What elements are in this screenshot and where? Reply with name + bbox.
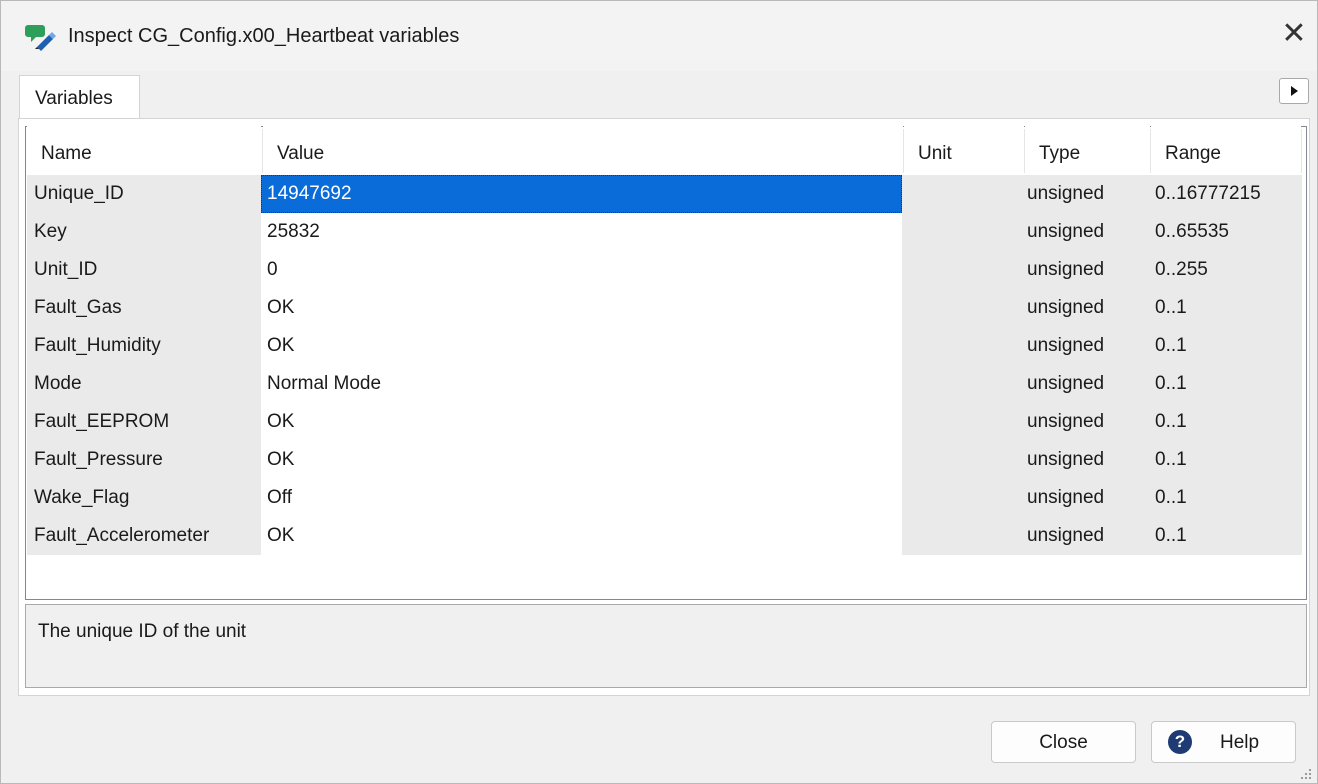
cell-range: 0..1	[1155, 487, 1187, 508]
column-header-label: Range	[1165, 143, 1221, 164]
cell-value[interactable]: OK	[267, 403, 294, 441]
column-header-label: Unit	[918, 143, 952, 164]
table-row[interactable]: Fault_Gas OK unsigned 0..1	[27, 289, 1302, 327]
tab-label: Variables	[35, 88, 113, 109]
cell-range: 0..1	[1155, 449, 1187, 470]
table-row[interactable]: Fault_Pressure OK unsigned 0..1	[27, 441, 1302, 479]
tab-variables[interactable]: Variables	[19, 75, 140, 119]
cell-type: unsigned	[1027, 487, 1105, 508]
column-header-label: Name	[41, 143, 92, 164]
help-icon: ?	[1168, 730, 1192, 754]
help-button-label: Help	[1220, 732, 1260, 753]
table-body: Unique_ID 14947692 unsigned 0..16777215 …	[27, 175, 1302, 555]
description-text: The unique ID of the unit	[38, 621, 247, 642]
cell-value-editor[interactable]	[261, 441, 902, 479]
column-header-label: Type	[1039, 143, 1081, 164]
table-row[interactable]: Fault_Accelerometer OK unsigned 0..1	[27, 517, 1302, 555]
inspect-app-icon	[25, 25, 56, 51]
window-title: Inspect CG_Config.x00_Heartbeat variable…	[68, 25, 460, 47]
chevron-right-icon[interactable]	[1279, 78, 1309, 104]
cell-value-editor[interactable]	[261, 479, 902, 517]
cell-value[interactable]: 0	[267, 251, 278, 289]
cell-name: Fault_EEPROM	[34, 411, 170, 432]
column-header-label: Value	[277, 143, 325, 164]
column-header-range[interactable]: Range	[1151, 126, 1301, 174]
inspect-dialog: Inspect CG_Config.x00_Heartbeat variable…	[0, 0, 1318, 784]
cell-value-editor[interactable]	[261, 175, 902, 213]
cell-range: 0..1	[1155, 335, 1187, 356]
cell-value-editor[interactable]	[261, 517, 902, 555]
cell-type: unsigned	[1027, 449, 1105, 470]
column-header-unit[interactable]: Unit	[904, 126, 1024, 174]
close-button[interactable]: Close	[991, 721, 1136, 763]
description-box: The unique ID of the unit	[25, 604, 1307, 688]
cell-name: Fault_Accelerometer	[34, 525, 210, 546]
close-icon[interactable]: ✕	[1279, 19, 1309, 49]
cell-type: unsigned	[1027, 259, 1105, 280]
cell-name: Fault_Pressure	[34, 449, 163, 470]
close-button-label: Close	[1039, 732, 1088, 753]
cell-value[interactable]: Normal Mode	[267, 365, 381, 403]
help-button[interactable]: ? Help	[1151, 721, 1296, 763]
cell-value[interactable]: OK	[267, 327, 294, 365]
cell-value[interactable]: OK	[267, 289, 294, 327]
cell-range: 0..16777215	[1155, 183, 1261, 204]
cell-name: Fault_Gas	[34, 297, 122, 318]
cell-value-editor[interactable]	[261, 327, 902, 365]
cell-value[interactable]: 25832	[267, 213, 320, 251]
cell-range: 0..255	[1155, 259, 1208, 280]
cell-name: Wake_Flag	[34, 487, 130, 508]
cell-range: 0..65535	[1155, 221, 1229, 242]
table-row[interactable]: Unique_ID 14947692 unsigned 0..16777215	[27, 175, 1302, 213]
cell-name: Unique_ID	[34, 183, 124, 204]
cell-type: unsigned	[1027, 183, 1105, 204]
cell-value[interactable]: 14947692	[267, 175, 352, 213]
column-divider[interactable]	[1301, 129, 1302, 173]
cell-type: unsigned	[1027, 373, 1105, 394]
cell-name: Key	[34, 221, 67, 242]
cell-value-editor[interactable]	[261, 403, 902, 441]
cell-name: Mode	[34, 373, 82, 394]
cell-range: 0..1	[1155, 525, 1187, 546]
table-row[interactable]: Fault_EEPROM OK unsigned 0..1	[27, 403, 1302, 441]
table-row[interactable]: Unit_ID 0 unsigned 0..255	[27, 251, 1302, 289]
table-row[interactable]: Wake_Flag Off unsigned 0..1	[27, 479, 1302, 517]
cell-value-editor[interactable]	[261, 213, 902, 251]
cell-type: unsigned	[1027, 525, 1105, 546]
title-bar: Inspect CG_Config.x00_Heartbeat variable…	[1, 1, 1317, 71]
cell-value[interactable]: OK	[267, 441, 294, 479]
resize-grip-icon[interactable]	[1299, 767, 1313, 781]
column-header-name[interactable]: Name	[27, 126, 261, 174]
table-row[interactable]: Fault_Humidity OK unsigned 0..1	[27, 327, 1302, 365]
cell-name: Unit_ID	[34, 259, 98, 280]
cell-range: 0..1	[1155, 373, 1187, 394]
table-row[interactable]: Mode Normal Mode unsigned 0..1	[27, 365, 1302, 403]
column-header-type[interactable]: Type	[1025, 126, 1150, 174]
cell-value[interactable]: OK	[267, 517, 294, 555]
table-row[interactable]: Key 25832 unsigned 0..65535	[27, 213, 1302, 251]
cell-value[interactable]: Off	[267, 479, 292, 517]
cell-value-editor[interactable]	[261, 289, 902, 327]
cell-range: 0..1	[1155, 297, 1187, 318]
cell-value-editor[interactable]	[261, 251, 902, 289]
cell-type: unsigned	[1027, 297, 1105, 318]
column-header-value[interactable]: Value	[263, 126, 903, 174]
cell-name: Fault_Humidity	[34, 335, 161, 356]
cell-type: unsigned	[1027, 411, 1105, 432]
cell-type: unsigned	[1027, 221, 1105, 242]
cell-type: unsigned	[1027, 335, 1105, 356]
cell-range: 0..1	[1155, 411, 1187, 432]
